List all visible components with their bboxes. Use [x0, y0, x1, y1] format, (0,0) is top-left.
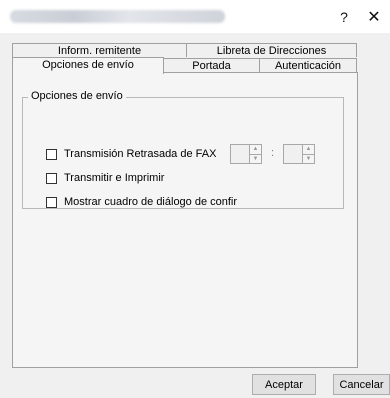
- hour-up-icon[interactable]: ▲: [250, 145, 261, 154]
- show-confirm-option[interactable]: Mostrar cuadro de diálogo de confir: [46, 196, 237, 208]
- tab-portada[interactable]: Portada: [163, 58, 260, 72]
- tab-autenticacion[interactable]: Autenticación: [259, 58, 357, 72]
- hour-field[interactable]: [230, 144, 250, 164]
- tab-inform-remitente[interactable]: Inform. remitente: [12, 43, 187, 57]
- cancel-button[interactable]: Cancelar: [333, 374, 390, 395]
- show-confirm-label: Mostrar cuadro de diálogo de confir: [64, 196, 238, 208]
- group-title: Opciones de envío: [28, 90, 126, 102]
- tab-opciones-envio[interactable]: Opciones de envío: [12, 57, 164, 74]
- delayed-fax-checkbox[interactable]: [46, 148, 57, 160]
- time-separator: :: [271, 147, 275, 159]
- delayed-fax-label: Transmisión Retrasada de FAX: [64, 148, 217, 160]
- transmit-print-option[interactable]: Transmitir e Imprimir: [46, 172, 164, 184]
- window-title-redacted: [10, 10, 225, 23]
- help-button[interactable]: ?: [330, 6, 358, 28]
- transmit-print-checkbox[interactable]: [46, 172, 57, 184]
- hour-spin-buttons[interactable]: ▲ ▼: [250, 144, 262, 164]
- transmit-print-label: Transmitir e Imprimir: [64, 172, 165, 184]
- show-confirm-checkbox[interactable]: [46, 196, 57, 208]
- delayed-fax-option[interactable]: Transmisión Retrasada de FAX: [46, 148, 216, 160]
- minute-down-icon[interactable]: ▼: [303, 153, 314, 164]
- minute-spin-buttons[interactable]: ▲ ▼: [303, 144, 315, 164]
- minute-up-icon[interactable]: ▲: [303, 145, 314, 154]
- ok-button[interactable]: Aceptar: [252, 374, 316, 395]
- hour-down-icon[interactable]: ▼: [250, 153, 261, 164]
- close-button[interactable]: ✕: [360, 6, 388, 28]
- tab-libreta-direcciones[interactable]: Libreta de Direcciones: [186, 43, 357, 57]
- minute-field[interactable]: [283, 144, 303, 164]
- hour-spinner[interactable]: ▲ ▼: [230, 144, 262, 164]
- minute-spinner[interactable]: ▲ ▼: [283, 144, 315, 164]
- title-bar: ? ✕: [0, 0, 390, 33]
